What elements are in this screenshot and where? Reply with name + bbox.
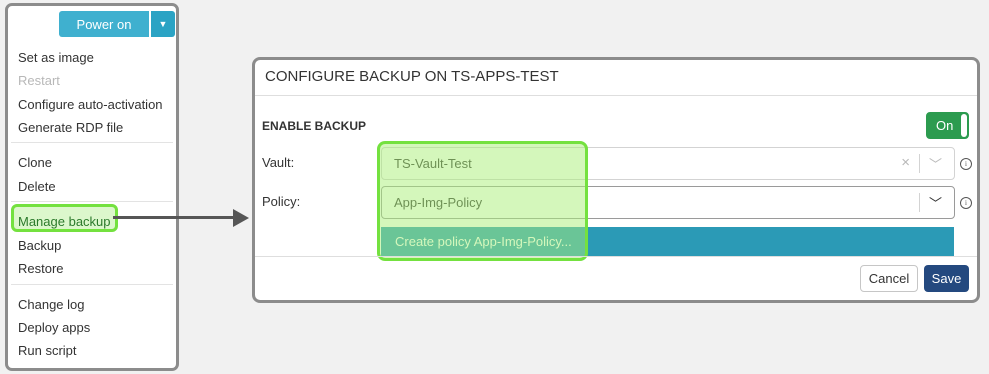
fields-highlight	[377, 141, 588, 261]
info-icon[interactable]: i	[960, 197, 972, 209]
cancel-button[interactable]: Cancel	[860, 265, 918, 292]
save-button[interactable]: Save	[924, 265, 969, 292]
enable-backup-toggle[interactable]: On	[926, 112, 969, 139]
chevron-down-icon[interactable]: ﹀	[929, 193, 942, 212]
select-separator	[919, 154, 920, 173]
power-on-split-button: Power on ▼	[59, 11, 175, 37]
info-icon[interactable]: i	[960, 158, 972, 170]
menu-item-generate-rdp-file[interactable]: Generate RDP file	[18, 120, 123, 136]
dialog-title: CONFIGURE BACKUP ON TS-APPS-TEST	[265, 68, 559, 85]
chevron-down-icon[interactable]: ﹀	[929, 154, 942, 173]
toggle-on-label: On	[936, 118, 954, 133]
vm-actions-menu: Power on ▼ Set as image Restart Configur…	[5, 3, 179, 371]
enable-backup-label: ENABLE BACKUP	[262, 119, 367, 133]
caret-down-icon[interactable]: ▼	[151, 11, 175, 37]
select-separator	[919, 193, 920, 212]
menu-divider	[11, 284, 173, 285]
menu-divider	[11, 142, 173, 143]
dialog-footer-divider	[255, 256, 977, 257]
menu-item-set-as-image[interactable]: Set as image	[18, 50, 94, 66]
menu-item-change-log[interactable]: Change log	[18, 297, 85, 313]
power-on-button[interactable]: Power on	[59, 11, 149, 37]
policy-label: Policy:	[262, 194, 301, 209]
menu-item-restart: Restart	[18, 73, 60, 88]
vault-label: Vault:	[262, 155, 295, 170]
configure-backup-dialog: CONFIGURE BACKUP ON TS-APPS-TEST ENABLE …	[252, 57, 980, 303]
menu-item-manage-backup[interactable]: Manage backup	[18, 214, 111, 230]
menu-item-configure-auto-activation[interactable]: Configure auto-activation	[18, 97, 163, 113]
toggle-knob	[961, 114, 967, 137]
menu-item-delete[interactable]: Delete	[18, 179, 56, 195]
pointer-arrow-head	[233, 209, 249, 227]
menu-item-deploy-apps[interactable]: Deploy apps	[18, 320, 90, 336]
menu-divider	[11, 201, 173, 202]
dialog-header-divider	[255, 95, 977, 96]
clear-icon[interactable]: ×	[901, 154, 910, 171]
pointer-arrow-line	[113, 216, 239, 219]
menu-item-run-script[interactable]: Run script	[18, 343, 77, 359]
menu-item-restore[interactable]: Restore	[18, 261, 64, 277]
menu-item-clone[interactable]: Clone	[18, 155, 52, 171]
menu-item-backup[interactable]: Backup	[18, 238, 61, 254]
